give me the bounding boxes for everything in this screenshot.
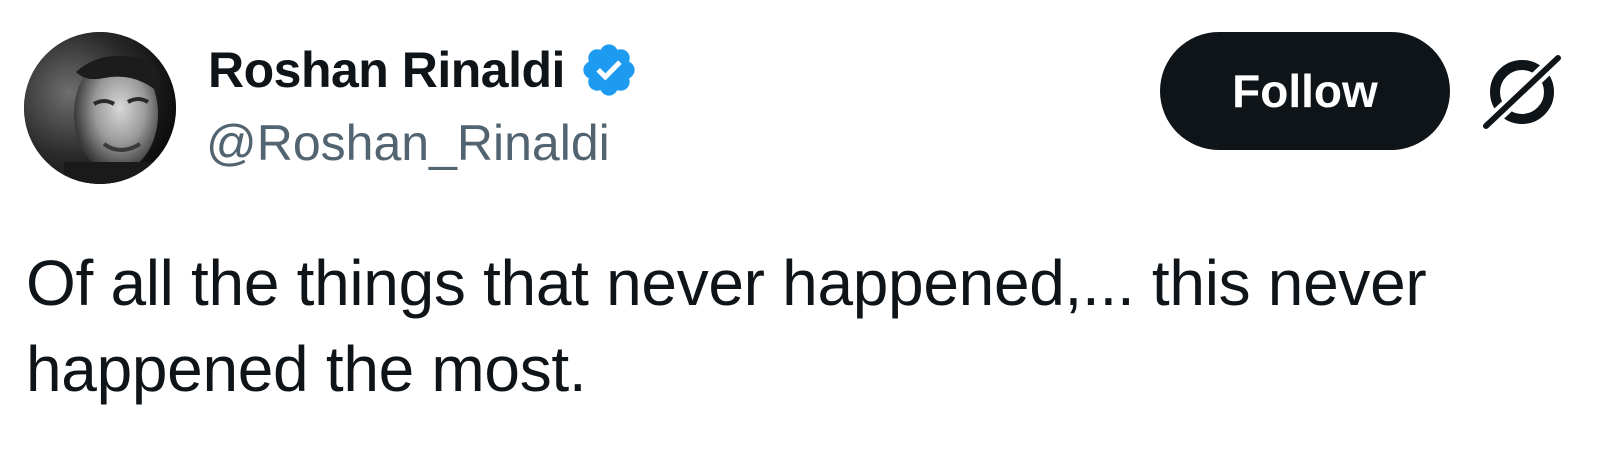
avatar[interactable] (24, 32, 176, 184)
follow-button[interactable]: Follow (1160, 32, 1450, 150)
author-display-name[interactable]: Roshan Rinaldi (208, 41, 565, 99)
author-handle[interactable]: @Roshan_Rinaldi (206, 114, 610, 172)
author-name-row: Roshan Rinaldi (208, 36, 639, 104)
tweet-text: Of all the things that never happened,..… (26, 247, 1427, 405)
verified-badge-icon[interactable] (579, 40, 639, 100)
grok-icon[interactable] (1477, 51, 1565, 135)
avatar-photo (24, 32, 176, 184)
